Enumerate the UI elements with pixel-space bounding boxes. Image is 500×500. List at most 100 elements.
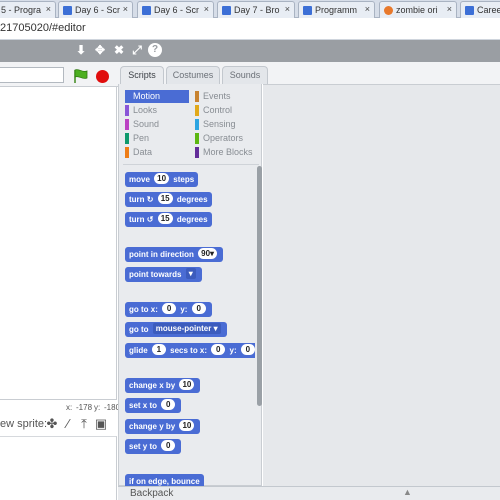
category-swatch bbox=[125, 105, 129, 116]
green-flag-icon[interactable] bbox=[73, 69, 89, 83]
block-input[interactable]: 1 bbox=[151, 344, 166, 355]
upload-sprite-icon[interactable]: ⤒ bbox=[77, 417, 91, 431]
category-events[interactable]: Events bbox=[195, 90, 259, 103]
tab-close-icon[interactable]: × bbox=[204, 4, 209, 14]
block-glide[interactable]: glide 1 secs to x: 0 y: 0 bbox=[125, 343, 255, 358]
browser-tab[interactable]: Day 6 - Scr × bbox=[58, 1, 133, 18]
block-input[interactable]: 15 bbox=[157, 193, 173, 204]
tab-title: zombie ori bbox=[396, 5, 438, 15]
category-swatch bbox=[195, 91, 199, 102]
browser-tab[interactable]: Day 7 - Bro × bbox=[217, 1, 295, 18]
block-turn-right[interactable]: turn ↻ 15 degrees bbox=[125, 192, 212, 207]
block-text: y: bbox=[180, 305, 188, 314]
browser-tab[interactable]: zombie ori × bbox=[379, 1, 457, 18]
category-sensing[interactable]: Sensing bbox=[195, 118, 259, 131]
category-sound[interactable]: Sound bbox=[125, 118, 189, 131]
doc-icon bbox=[303, 6, 312, 15]
category-operators[interactable]: Operators bbox=[195, 132, 259, 145]
sprite-library-icon[interactable]: ✤ bbox=[45, 417, 59, 431]
category-divider bbox=[123, 164, 259, 165]
tab-close-icon[interactable]: × bbox=[285, 4, 290, 14]
block-text: change x by bbox=[129, 381, 176, 390]
category-more-blocks[interactable]: More Blocks bbox=[195, 146, 259, 159]
tab-close-icon[interactable]: × bbox=[365, 4, 370, 14]
block-point-in-direction[interactable]: point in direction 90▾ bbox=[125, 247, 224, 262]
browser-tab[interactable]: 5 - Progra × bbox=[0, 1, 56, 18]
block-text: go to bbox=[129, 325, 149, 334]
category-swatch bbox=[195, 147, 199, 158]
paint-sprite-icon[interactable]: ∕ bbox=[61, 417, 75, 431]
block-text: turn bbox=[129, 195, 145, 204]
stop-icon[interactable] bbox=[96, 70, 109, 83]
address-bar[interactable]: 21705020/#editor bbox=[0, 18, 500, 40]
stamp-icon[interactable]: ⬇ bbox=[74, 43, 88, 57]
category-data[interactable]: Data bbox=[125, 146, 189, 159]
block-input[interactable]: 10 bbox=[154, 173, 170, 184]
help-icon[interactable]: ? bbox=[148, 43, 162, 57]
rotate-left-icon: ↺ bbox=[146, 215, 154, 224]
block-input[interactable]: 0 bbox=[191, 303, 206, 314]
motion-blocks: move 10 steps turn ↻ 15 degrees turn ↺ 1… bbox=[119, 166, 255, 486]
block-go-to-xy[interactable]: go to x: 0 y: 0 bbox=[125, 302, 212, 317]
new-sprite-bar: ew sprite: ✤ ∕ ⤒ ▣ bbox=[0, 414, 117, 436]
block-set-x[interactable]: set x to 0 bbox=[125, 398, 182, 413]
category-label: Motion bbox=[133, 91, 161, 101]
category-pen[interactable]: Pen bbox=[125, 132, 189, 145]
expand-arrow-icon[interactable]: ▲ bbox=[403, 487, 412, 497]
block-go-to[interactable]: go to mouse-pointer ▾ bbox=[125, 322, 227, 337]
browser-tab[interactable]: Caree bbox=[460, 1, 500, 18]
category-control[interactable]: Control bbox=[195, 104, 259, 117]
tab-scripts[interactable]: Scripts bbox=[120, 66, 164, 84]
category-looks[interactable]: Looks bbox=[125, 104, 189, 117]
block-input[interactable]: 0 bbox=[240, 344, 255, 355]
coord-y-label: y: bbox=[94, 403, 101, 412]
project-title-field[interactable] bbox=[0, 67, 64, 83]
expand-icon[interactable]: ⤢ bbox=[130, 43, 144, 57]
block-set-y[interactable]: set y to 0 bbox=[125, 439, 182, 454]
block-input[interactable]: 0 bbox=[161, 399, 176, 410]
block-dropdown[interactable]: ▾ bbox=[185, 268, 196, 279]
stage-canvas[interactable] bbox=[0, 87, 117, 400]
tab-close-icon[interactable]: × bbox=[46, 4, 51, 14]
backpack-bar[interactable]: Backpack ▲ bbox=[118, 486, 500, 500]
category-swatch bbox=[125, 147, 129, 158]
tab-sounds[interactable]: Sounds bbox=[222, 66, 268, 84]
block-input[interactable]: 15 bbox=[157, 213, 173, 224]
block-point-towards[interactable]: point towards ▾ bbox=[125, 267, 202, 282]
block-dropdown[interactable]: mouse-pointer ▾ bbox=[152, 323, 221, 334]
block-text: go to x: bbox=[129, 305, 158, 314]
block-text: y: bbox=[229, 346, 237, 355]
block-palette: Motion Looks Sound Pen Data Events Contr… bbox=[118, 84, 262, 486]
browser-tab[interactable]: Day 6 - Scr × bbox=[137, 1, 214, 18]
block-input[interactable]: 0 bbox=[161, 440, 176, 451]
palette-scrollbar[interactable] bbox=[257, 166, 262, 406]
script-area[interactable] bbox=[263, 84, 500, 486]
block-input[interactable]: 0 bbox=[162, 303, 177, 314]
doc-icon bbox=[222, 6, 231, 15]
block-change-y[interactable]: change y by 10 bbox=[125, 419, 201, 434]
block-dropdown[interactable]: 90▾ bbox=[198, 248, 218, 259]
shrink-icon[interactable]: ✖ bbox=[112, 43, 126, 57]
scratch-toolbar: ⬇ ✥ ✖ ⤢ ? bbox=[0, 40, 500, 62]
category-swatch bbox=[195, 105, 199, 116]
block-input[interactable]: 0 bbox=[211, 344, 226, 355]
category-label: Events bbox=[203, 91, 231, 101]
block-turn-left[interactable]: turn ↺ 15 degrees bbox=[125, 212, 212, 227]
block-input[interactable]: 10 bbox=[179, 379, 195, 390]
block-move-steps[interactable]: move 10 steps bbox=[125, 172, 199, 187]
category-label: Operators bbox=[203, 133, 244, 143]
browser-tab[interactable]: Programm × bbox=[298, 1, 375, 18]
coord-x-label: x: bbox=[66, 403, 73, 412]
tab-title: 5 - Progra bbox=[1, 5, 42, 15]
block-change-x[interactable]: change x by 10 bbox=[125, 378, 201, 393]
tab-close-icon[interactable]: × bbox=[447, 4, 452, 14]
block-input[interactable]: 10 bbox=[179, 420, 195, 431]
category-motion[interactable]: Motion bbox=[125, 90, 189, 103]
grow-icon[interactable]: ✥ bbox=[93, 43, 107, 57]
tab-close-icon[interactable]: × bbox=[123, 4, 128, 14]
tab-title: Caree bbox=[477, 5, 500, 15]
block-if-on-edge-bounce[interactable]: if on edge, bounce bbox=[125, 474, 204, 486]
tab-costumes[interactable]: Costumes bbox=[166, 66, 220, 84]
tab-title: Programm bbox=[315, 5, 358, 15]
camera-icon[interactable]: ▣ bbox=[94, 417, 108, 431]
